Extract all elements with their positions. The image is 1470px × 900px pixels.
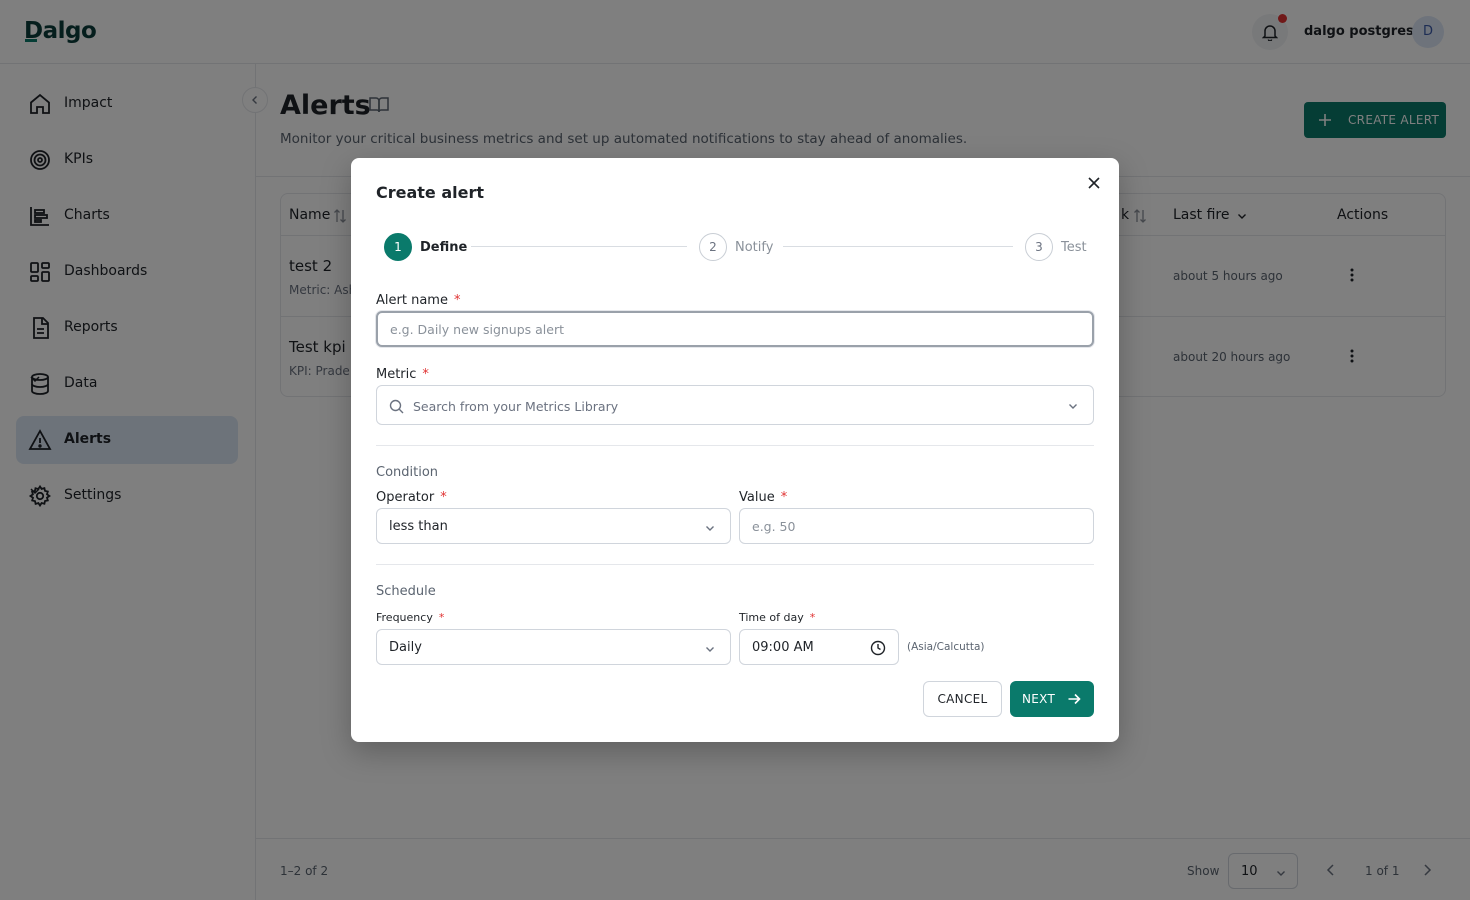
step-3-circle: 3 — [1025, 233, 1053, 261]
time-of-day-label: Time of day * — [739, 611, 815, 624]
operator-value: less than — [389, 519, 448, 534]
metric-label: Metric * — [376, 367, 429, 382]
required-mark: * — [440, 490, 447, 505]
required-mark: * — [438, 611, 445, 624]
value-label-text: Value — [739, 490, 775, 505]
frequency-label-text: Frequency — [376, 611, 433, 624]
step-2-circle: 2 — [699, 233, 727, 261]
required-mark: * — [809, 611, 816, 624]
cancel-button[interactable]: CANCEL — [923, 681, 1002, 717]
required-mark: * — [780, 490, 788, 505]
frequency-value: Daily — [389, 640, 422, 655]
required-mark: * — [453, 293, 461, 308]
step-connector — [783, 246, 1013, 247]
operator-label: Operator * — [376, 490, 447, 505]
timezone-label: (Asia/Calcutta) — [907, 641, 985, 653]
create-alert-dialog: Create alert 1 Define 2 Notify 3 Test Al… — [351, 158, 1119, 742]
schedule-section-title: Schedule — [376, 584, 436, 599]
clock-icon[interactable] — [870, 640, 886, 656]
time-value: 09:00 AM — [752, 640, 814, 655]
time-of-day-input[interactable]: 09:00 AM — [739, 629, 899, 665]
step-connector — [471, 246, 687, 247]
chevron-down-icon — [1069, 404, 1077, 409]
metric-label-text: Metric — [376, 367, 417, 382]
metric-placeholder: Search from your Metrics Library — [413, 399, 619, 414]
value-input[interactable] — [739, 508, 1094, 544]
frequency-label: Frequency * — [376, 611, 444, 624]
dialog-title: Create alert — [376, 183, 485, 202]
metric-search-select[interactable]: Search from your Metrics Library — [376, 385, 1094, 425]
operator-select[interactable]: less than — [376, 508, 731, 544]
chevron-down-icon — [706, 647, 714, 652]
alert-name-label: Alert name * — [376, 293, 460, 308]
chevron-down-icon — [706, 526, 714, 531]
operator-label-text: Operator — [376, 490, 435, 505]
arrow-right-icon — [1068, 693, 1081, 705]
value-label: Value * — [739, 490, 787, 505]
required-mark: * — [422, 367, 429, 382]
section-divider — [376, 445, 1094, 446]
step-2-label: Notify — [735, 240, 774, 255]
search-icon — [389, 399, 404, 414]
time-label-text: Time of day — [739, 611, 804, 624]
step-3-label: Test — [1061, 240, 1087, 255]
step-1-circle: 1 — [384, 233, 412, 261]
alert-name-label-text: Alert name — [376, 293, 448, 308]
condition-section-title: Condition — [376, 465, 439, 480]
frequency-select[interactable]: Daily — [376, 629, 731, 665]
step-1-label: Define — [420, 240, 468, 255]
close-icon[interactable] — [1087, 176, 1101, 190]
section-divider — [376, 564, 1094, 565]
alert-name-input[interactable] — [376, 311, 1094, 347]
next-label: NEXT — [1022, 692, 1056, 706]
next-button[interactable]: NEXT — [1010, 681, 1094, 717]
